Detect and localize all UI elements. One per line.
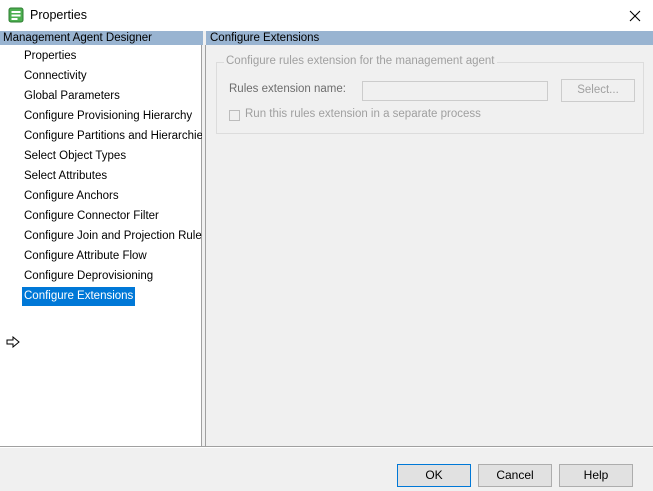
rules-extension-name-label: Rules extension name: bbox=[229, 83, 346, 95]
close-button[interactable] bbox=[617, 0, 653, 31]
nav-item-connectivity[interactable]: Connectivity bbox=[22, 67, 89, 86]
nav-item-connector-filter[interactable]: Configure Connector Filter bbox=[22, 207, 161, 226]
properties-app-icon bbox=[8, 7, 24, 23]
nav-item-attribute-flow[interactable]: Configure Attribute Flow bbox=[22, 247, 149, 266]
title-bar: Properties bbox=[0, 0, 653, 31]
nav-item-provisioning-hierarchy[interactable]: Configure Provisioning Hierarchy bbox=[22, 107, 194, 126]
current-step-arrow-icon bbox=[6, 336, 20, 348]
nav-item-extensions[interactable]: Configure Extensions bbox=[22, 287, 136, 306]
configure-extensions-panel: Configure rules extension for the manage… bbox=[206, 45, 653, 446]
footer-divider-highlight bbox=[0, 447, 653, 448]
ok-button[interactable]: OK bbox=[397, 464, 471, 487]
nav-item-anchors[interactable]: Configure Anchors bbox=[22, 187, 121, 206]
close-icon bbox=[629, 10, 641, 21]
separate-process-label: Run this rules extension in a separate p… bbox=[245, 108, 481, 120]
group-title: Configure rules extension for the manage… bbox=[224, 55, 497, 67]
right-panel-header: Configure Extensions bbox=[206, 31, 653, 45]
nav-item-properties[interactable]: Properties bbox=[22, 47, 78, 66]
left-panel-header: Management Agent Designer bbox=[0, 31, 203, 45]
rules-extension-name-input[interactable] bbox=[362, 81, 548, 101]
nav-item-partitions-hierarchies[interactable]: Configure Partitions and Hierarchies bbox=[22, 127, 211, 146]
help-button[interactable]: Help bbox=[559, 464, 633, 487]
window-title: Properties bbox=[30, 8, 87, 22]
separate-process-checkbox[interactable] bbox=[229, 110, 240, 121]
designer-nav-panel: Properties Connectivity Global Parameter… bbox=[0, 45, 209, 446]
rules-extension-group: Configure rules extension for the manage… bbox=[216, 55, 644, 134]
nav-item-join-projection[interactable]: Configure Join and Projection Rules bbox=[22, 227, 209, 246]
nav-item-object-types[interactable]: Select Object Types bbox=[22, 147, 128, 166]
nav-item-attributes[interactable]: Select Attributes bbox=[22, 167, 109, 186]
select-extension-button[interactable]: Select... bbox=[561, 79, 635, 102]
nav-item-deprovisioning[interactable]: Configure Deprovisioning bbox=[22, 267, 155, 286]
nav-item-global-parameters[interactable]: Global Parameters bbox=[22, 87, 122, 106]
cancel-button[interactable]: Cancel bbox=[478, 464, 552, 487]
